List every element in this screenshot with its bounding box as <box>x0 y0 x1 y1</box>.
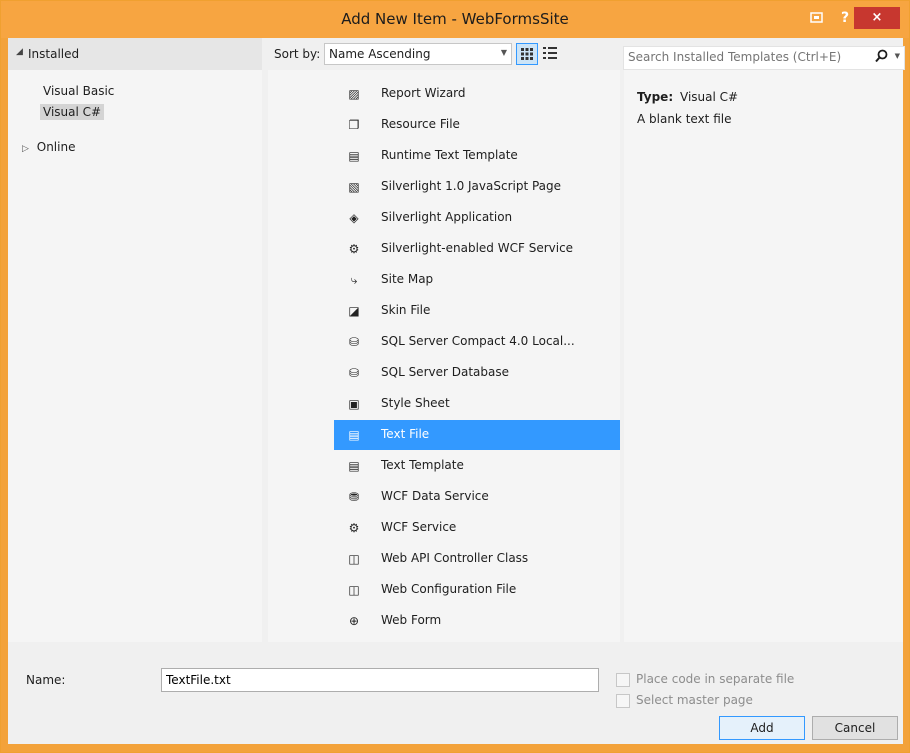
template-item[interactable]: ⛃ WCF Data Service <box>334 482 620 512</box>
template-item[interactable]: ⚙ Silverlight-enabled WCF Service <box>334 234 620 264</box>
expand-triangle-icon[interactable]: ▷ <box>22 144 29 154</box>
name-input[interactable] <box>162 669 598 691</box>
pin-icon[interactable] <box>809 7 825 29</box>
template-description: A blank text file <box>637 112 732 126</box>
template-item[interactable]: ◫ Web API Controller Class <box>334 544 620 574</box>
search-input[interactable] <box>624 47 872 67</box>
template-item-label: Silverlight 1.0 JavaScript Page <box>381 179 562 193</box>
template-list-panel: ▨ Report Wizard ❐ Resource File ▤ Runtime Tex… <box>268 70 620 659</box>
sort-by-value: Name Ascending <box>329 47 431 61</box>
template-item[interactable]: ▨ Report Wizard <box>334 79 620 109</box>
text-file-icon: ▤ <box>348 428 360 442</box>
template-item-label: Silverlight-enabled WCF Service <box>381 241 574 255</box>
template-item-label: SQL Server Database <box>381 365 509 379</box>
sort-by-label: Sort by: <box>274 47 321 61</box>
template-item-label: Runtime Text Template <box>381 148 518 162</box>
sort-toolbar: Sort by: Name Ascending ▼ <box>268 38 618 70</box>
database-icon: ⛁ <box>348 366 360 380</box>
name-label: Name: <box>26 673 66 687</box>
database-icon: ⛁ <box>348 335 360 349</box>
template-item-label: Report Wizard <box>381 86 466 100</box>
report-wizard-icon: ▨ <box>348 87 360 101</box>
select-master-checkbox <box>616 694 630 708</box>
template-item[interactable]: ◈ Silverlight Application <box>334 203 620 233</box>
place-code-checkbox <box>616 673 630 687</box>
template-item-label: Silverlight Application <box>381 210 513 224</box>
template-item-label: SQL Server Compact 4.0 Local... <box>381 334 575 348</box>
template-item-label: Site Map <box>381 272 434 286</box>
add-new-item-dialog: Add New Item - WebFormsSite ? × ◢ Instal… <box>0 0 910 753</box>
title-bar[interactable]: Add New Item - WebFormsSite ? × <box>1 1 909 38</box>
template-item[interactable]: ⛁ SQL Server Database <box>334 358 620 388</box>
window-title: Add New Item - WebFormsSite <box>341 10 569 28</box>
type-value: Visual C# <box>680 90 739 104</box>
template-item[interactable]: ▣ Style Sheet <box>334 389 620 419</box>
installed-header[interactable]: ◢ Installed <box>8 38 262 70</box>
dialog-footer: Name: Place code in separate file Select… <box>8 642 903 744</box>
template-info-panel: Type: Visual C# A blank text file <box>624 70 903 642</box>
place-code-label: Place code in separate file <box>636 672 795 686</box>
collapse-triangle-icon[interactable]: ◢ <box>16 47 23 57</box>
select-master-label: Select master page <box>636 693 753 707</box>
cancel-button[interactable]: Cancel <box>812 716 898 740</box>
tree-item-online-label: Online <box>36 140 76 154</box>
template-item[interactable]: ⛁ SQL Server Compact 4.0 Local... <box>334 327 620 357</box>
list-view-icon[interactable] <box>540 43 560 63</box>
template-item[interactable]: ⊕ Web Form <box>334 606 620 636</box>
skin-file-icon: ◪ <box>348 304 360 318</box>
help-icon[interactable]: ? <box>837 7 853 29</box>
medium-icons-view-icon[interactable] <box>516 43 538 65</box>
dialog-content: ◢ Installed Visual Basic Visual C# ▷ Onl… <box>8 38 905 744</box>
wcf-service-icon: ⚙ <box>348 521 360 535</box>
template-item[interactable]: ▤ Text File <box>334 420 620 450</box>
template-item[interactable]: ◫ Web Configuration File <box>334 575 620 605</box>
template-item-label: Style Sheet <box>381 396 450 410</box>
silverlight-app-icon: ◈ <box>349 211 359 225</box>
globe-icon: ⊕ <box>348 614 360 628</box>
template-item-label: Resource File <box>381 117 460 131</box>
template-item[interactable]: ◪ Skin File <box>334 296 620 326</box>
template-item-label: Skin File <box>381 303 431 317</box>
chevron-down-icon: ▼ <box>500 48 507 57</box>
template-item[interactable]: ▧ Silverlight 1.0 JavaScript Page <box>334 172 620 202</box>
installed-label: Installed <box>28 47 80 61</box>
silverlight-js-page-icon: ▧ <box>348 180 360 194</box>
template-item-label: WCF Service <box>381 520 457 534</box>
resource-file-icon: ❐ <box>348 118 360 132</box>
close-button[interactable]: × <box>854 7 900 29</box>
template-item-label: WCF Data Service <box>381 489 489 503</box>
template-item[interactable]: ❐ Resource File <box>334 110 620 140</box>
template-list: ▨ Report Wizard ❐ Resource File ▤ Runtime Tex… <box>268 70 620 642</box>
template-item-label: Text File <box>381 427 430 441</box>
name-field[interactable] <box>161 668 599 692</box>
template-item-label: Web API Controller Class <box>381 551 529 565</box>
sort-by-dropdown[interactable]: Name Ascending ▼ <box>324 43 512 65</box>
template-item[interactable]: ⚙ WCF Service <box>334 513 620 543</box>
search-templates[interactable]: ▼ <box>623 46 905 70</box>
tree-item-visual-csharp[interactable]: Visual C# <box>40 104 105 120</box>
tree-item-visual-basic[interactable]: Visual Basic <box>43 84 114 98</box>
text-template-icon: ▤ <box>348 459 360 473</box>
type-label: Type: <box>637 90 674 104</box>
template-item[interactable]: ▤ Text Template <box>334 451 620 481</box>
template-item-label: Web Configuration File <box>381 582 517 596</box>
template-item-label: Text Template <box>381 458 464 472</box>
add-button[interactable]: Add <box>719 716 805 740</box>
search-icon[interactable] <box>875 49 888 67</box>
site-map-icon: ⤷ <box>350 273 358 287</box>
web-config-icon: ◫ <box>348 583 360 597</box>
wcf-data-service-icon: ⛃ <box>348 490 360 504</box>
template-item[interactable]: ▤ Runtime Text Template <box>334 141 620 171</box>
template-item[interactable]: ⤷ Site Map <box>334 265 620 295</box>
style-sheet-icon: ▣ <box>348 397 360 411</box>
template-tree: Visual Basic Visual C# ▷ Online <box>8 70 262 642</box>
wcf-service-icon: ⚙ <box>348 242 360 256</box>
tree-item-online[interactable]: ▷ Online <box>22 140 75 154</box>
controller-class-icon: ◫ <box>348 552 360 566</box>
runtime-text-template-icon: ▤ <box>348 149 360 163</box>
template-item-label: Web Form <box>381 613 442 627</box>
search-options-chevron-icon[interactable]: ▼ <box>895 52 900 60</box>
